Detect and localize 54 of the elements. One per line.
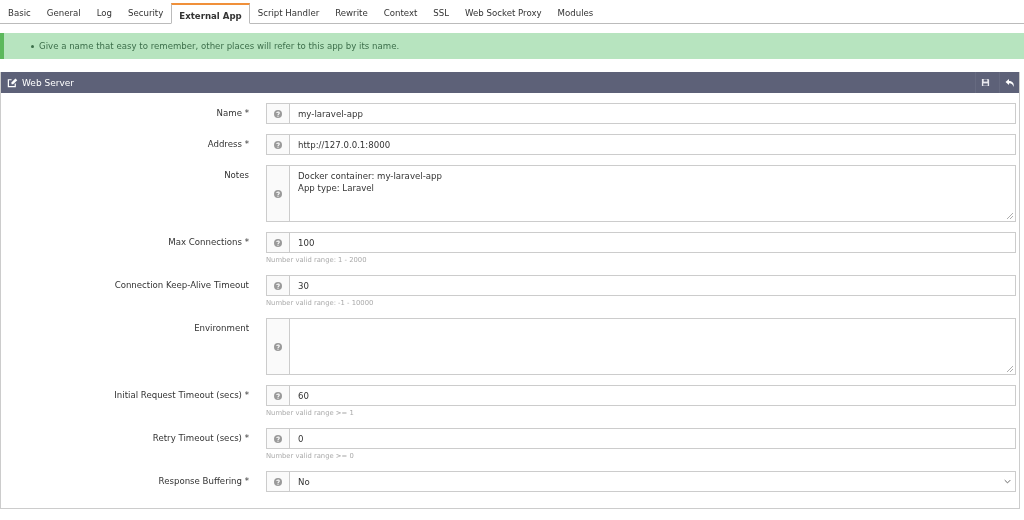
help-icon[interactable]	[267, 386, 290, 405]
tab[interactable]: Rewrite	[327, 3, 376, 23]
tab[interactable]: Basic	[0, 3, 39, 23]
help-icon[interactable]	[267, 319, 290, 374]
resize-grip-icon[interactable]	[1007, 366, 1013, 372]
input-field[interactable]: 30	[266, 275, 1016, 296]
field-label: Max Connections *	[167, 236, 249, 249]
resize-grip-icon[interactable]	[1007, 213, 1013, 219]
input-field[interactable]: my-laravel-app	[266, 103, 1016, 124]
edit-icon	[7, 77, 18, 88]
help-icon[interactable]	[267, 429, 290, 448]
text-area[interactable]	[266, 318, 1016, 375]
bullet-icon	[31, 44, 34, 48]
tab[interactable]: Log	[88, 3, 120, 23]
input-field[interactable]: 100	[266, 232, 1016, 253]
field-label: Initial Request Timeout (secs) *	[113, 389, 249, 402]
tab[interactable]: Modules	[549, 3, 602, 23]
tab[interactable]: General	[38, 3, 89, 23]
input-field[interactable]: http://127.0.0.1:8000	[266, 134, 1016, 155]
field-value: http://127.0.0.1:8000	[298, 139, 391, 150]
field-label: Retry Timeout (secs) *	[151, 432, 249, 445]
text-area[interactable]: Docker container: my-laravel-app App type: Laravel	[266, 165, 1016, 222]
tab[interactable]: Context	[375, 3, 426, 23]
field-value: my-laravel-app	[298, 108, 363, 119]
field-label: Response Buffering *	[157, 475, 249, 488]
select-value: No	[298, 476, 310, 487]
field-value: 60	[298, 390, 309, 401]
input-field[interactable]: 0	[266, 428, 1016, 449]
chevron-down-icon	[1004, 479, 1011, 484]
field-value: 30	[298, 280, 309, 291]
help-icon[interactable]	[267, 233, 290, 252]
field-label: Notes	[223, 169, 249, 182]
tab[interactable]: Script Handler	[249, 3, 328, 23]
field-value: 100	[298, 237, 315, 248]
input-field[interactable]: 60	[266, 385, 1016, 406]
help-icon[interactable]	[267, 166, 290, 221]
help-icon[interactable]	[267, 276, 290, 295]
help-icon[interactable]	[267, 135, 290, 154]
tab[interactable]: Security	[120, 3, 172, 23]
field-value: Docker container: my-laravel-app App type: Laravel	[298, 170, 443, 194]
alert-text: Give a name that easy to remember, other places will refer to this app by its name.	[39, 41, 400, 51]
field-label: Connection Keep-Alive Timeout	[113, 279, 249, 292]
select-field[interactable]: No	[266, 471, 1016, 492]
tab[interactable]: Web Socket Proxy	[457, 3, 550, 23]
field-label: Name *	[215, 107, 249, 120]
field-label: Environment	[193, 322, 249, 335]
field-label: Address *	[206, 138, 249, 151]
tab[interactable]: SSL	[425, 3, 458, 23]
field-value: 0	[298, 433, 304, 444]
tab[interactable]: External App	[171, 3, 250, 24]
help-icon[interactable]	[267, 472, 290, 491]
help-icon[interactable]	[267, 104, 290, 123]
panel-title: Web Server	[22, 77, 74, 88]
undo-arrow-icon	[1004, 77, 1015, 88]
